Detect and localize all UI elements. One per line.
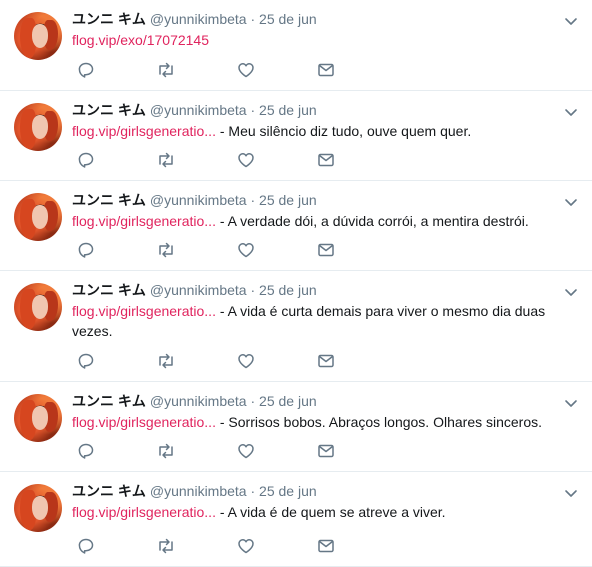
tweet-link[interactable]: flog.vip/exo/17072145: [72, 32, 209, 48]
text-separator: -: [215, 303, 228, 319]
text-separator: -: [215, 123, 229, 139]
handle[interactable]: @yunnikimbeta: [150, 393, 247, 409]
avatar[interactable]: [14, 484, 62, 532]
reply-icon[interactable]: [76, 60, 96, 80]
direct-message-icon[interactable]: [316, 60, 336, 80]
handle[interactable]: @yunnikimbeta: [150, 483, 247, 499]
reply-icon[interactable]: [76, 536, 96, 556]
like-icon[interactable]: [236, 351, 256, 371]
like-icon[interactable]: [236, 150, 256, 170]
reply-icon[interactable]: [76, 240, 96, 260]
tweet-text: flog.vip/girlsgeneratio... - A vida é de…: [72, 502, 572, 522]
retweet-icon[interactable]: [156, 240, 176, 260]
tweet-body: A vida é de quem se atreve a viver.: [227, 504, 446, 520]
tweet-text: flog.vip/exo/17072145: [72, 30, 572, 50]
tweet-actions: [76, 536, 356, 556]
direct-message-icon[interactable]: [316, 240, 336, 260]
chevron-down-icon[interactable]: [564, 285, 578, 296]
retweet-icon[interactable]: [156, 441, 176, 461]
tweet-text: flog.vip/girlsgeneratio... - A vida é cu…: [72, 301, 572, 341]
tweet-link[interactable]: flog.vip/girlsgeneratio...: [72, 504, 216, 520]
direct-message-icon[interactable]: [316, 150, 336, 170]
like-icon[interactable]: [236, 536, 256, 556]
retweet-icon[interactable]: [156, 60, 176, 80]
tweet-body: Sorrisos bobos. Abraços longos. Olhares …: [228, 414, 543, 430]
handle[interactable]: @yunnikimbeta: [150, 192, 247, 208]
reply-icon[interactable]: [76, 351, 96, 371]
tweet[interactable]: ユンニ キム @yunnikimbeta · 25 de jun flog.vip…: [0, 382, 592, 472]
tweet-actions: [76, 441, 356, 461]
display-name[interactable]: ユンニ キム: [72, 11, 146, 27]
tweet-text: flog.vip/girlsgeneratio... - A verdade d…: [72, 211, 572, 231]
tweet-actions: [76, 351, 356, 371]
handle[interactable]: @yunnikimbeta: [150, 282, 247, 298]
retweet-icon[interactable]: [156, 536, 176, 556]
tweet-actions: [76, 150, 356, 170]
tweet-timeline: ユンニ キム @yunnikimbeta · 25 de jun flog.vip…: [0, 0, 592, 567]
tweet-actions: [76, 60, 356, 80]
separator-dot: ·: [250, 102, 256, 118]
tweet-link[interactable]: flog.vip/girlsgeneratio...: [72, 414, 216, 430]
avatar[interactable]: [14, 12, 62, 60]
tweet-text: flog.vip/girlsgeneratio... - Meu silênci…: [72, 121, 572, 141]
tweet-date[interactable]: 25 de jun: [259, 483, 317, 499]
separator-dot: ·: [250, 192, 256, 208]
avatar[interactable]: [14, 283, 62, 331]
reply-icon[interactable]: [76, 441, 96, 461]
chevron-down-icon[interactable]: [564, 396, 578, 407]
tweet-date[interactable]: 25 de jun: [259, 11, 317, 27]
separator-dot: ·: [250, 393, 256, 409]
chevron-down-icon[interactable]: [564, 195, 578, 206]
display-name[interactable]: ユンニ キム: [72, 282, 146, 298]
tweet[interactable]: ユンニ キム @yunnikimbeta · 25 de jun flog.vip…: [0, 0, 592, 91]
direct-message-icon[interactable]: [316, 536, 336, 556]
retweet-icon[interactable]: [156, 150, 176, 170]
handle[interactable]: @yunnikimbeta: [150, 102, 247, 118]
tweet-body: A verdade dói, a dúvida corrói, a mentir…: [227, 213, 529, 229]
like-icon[interactable]: [236, 240, 256, 260]
separator-dot: ·: [250, 483, 256, 499]
tweet[interactable]: ユンニ キム @yunnikimbeta · 25 de jun flog.vip…: [0, 472, 592, 567]
tweet-body: Meu silêncio diz tudo, ouve quem quer.: [228, 123, 472, 139]
chevron-down-icon[interactable]: [564, 486, 578, 497]
separator-dot: ·: [250, 282, 256, 298]
text-separator: -: [215, 414, 229, 430]
avatar[interactable]: [14, 193, 62, 241]
handle[interactable]: @yunnikimbeta: [150, 11, 247, 27]
chevron-down-icon[interactable]: [564, 105, 578, 116]
display-name[interactable]: ユンニ キム: [72, 393, 146, 409]
tweet-date[interactable]: 25 de jun: [259, 393, 317, 409]
avatar[interactable]: [14, 103, 62, 151]
tweet-actions: [76, 240, 356, 260]
tweet-text: flog.vip/girlsgeneratio... - Sorrisos bo…: [72, 412, 572, 432]
avatar[interactable]: [14, 394, 62, 442]
direct-message-icon[interactable]: [316, 441, 336, 461]
tweet-date[interactable]: 25 de jun: [259, 192, 317, 208]
like-icon[interactable]: [236, 60, 256, 80]
like-icon[interactable]: [236, 441, 256, 461]
retweet-icon[interactable]: [156, 351, 176, 371]
chevron-down-icon[interactable]: [564, 14, 578, 25]
display-name[interactable]: ユンニ キム: [72, 192, 146, 208]
direct-message-icon[interactable]: [316, 351, 336, 371]
text-separator: -: [215, 504, 228, 520]
tweet-date[interactable]: 25 de jun: [259, 282, 317, 298]
display-name[interactable]: ユンニ キム: [72, 483, 146, 499]
display-name[interactable]: ユンニ キム: [72, 102, 146, 118]
text-separator: -: [215, 213, 228, 229]
tweet-link[interactable]: flog.vip/girlsgeneratio...: [72, 123, 216, 139]
tweet[interactable]: ユンニ キム @yunnikimbeta · 25 de jun flog.vip…: [0, 271, 592, 382]
tweet-date[interactable]: 25 de jun: [259, 102, 317, 118]
reply-icon[interactable]: [76, 150, 96, 170]
tweet[interactable]: ユンニ キム @yunnikimbeta · 25 de jun flog.vip…: [0, 181, 592, 271]
separator-dot: ·: [250, 11, 256, 27]
tweet[interactable]: ユンニ キム @yunnikimbeta · 25 de jun flog.vip…: [0, 91, 592, 181]
tweet-link[interactable]: flog.vip/girlsgeneratio...: [72, 303, 216, 319]
tweet-link[interactable]: flog.vip/girlsgeneratio...: [72, 213, 216, 229]
